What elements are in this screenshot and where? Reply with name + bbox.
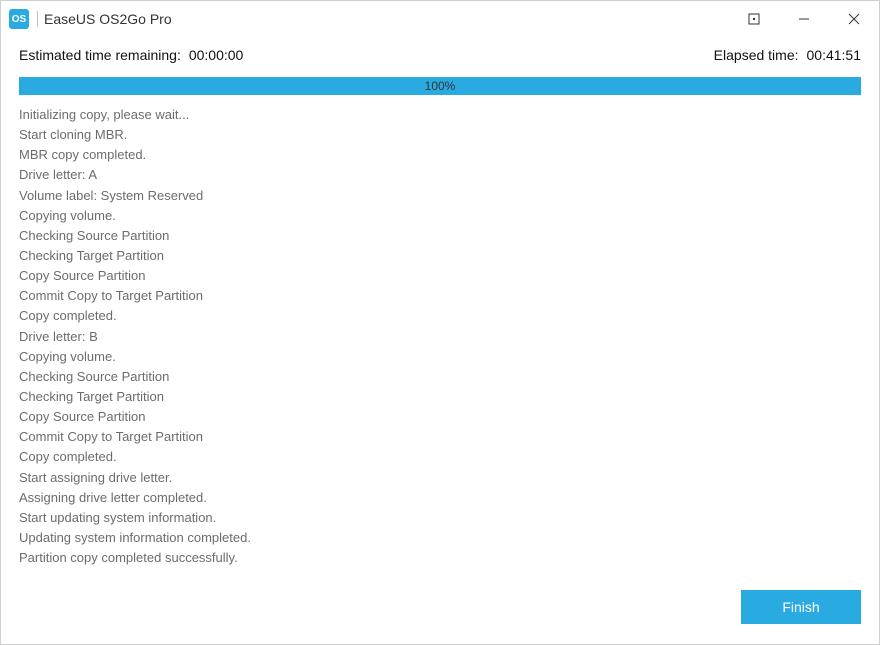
fullscreen-icon[interactable] bbox=[729, 1, 779, 37]
progress-wrap: 100% bbox=[1, 71, 879, 105]
log-line: Drive letter: A bbox=[19, 165, 857, 185]
log-line: MBR copy completed. bbox=[19, 145, 857, 165]
progress-bar: 100% bbox=[19, 77, 861, 95]
log-line: Commit Copy to Target Partition bbox=[19, 286, 857, 306]
finish-button[interactable]: Finish bbox=[741, 590, 861, 624]
log-line: Initializing copy, please wait... bbox=[19, 105, 857, 125]
log-panel: Initializing copy, please wait...Start c… bbox=[19, 105, 867, 584]
log-line: Checking Target Partition bbox=[19, 246, 857, 266]
progress-percent-label: 100% bbox=[19, 77, 861, 95]
log-line: Checking Target Partition bbox=[19, 387, 857, 407]
log-line: Commit Copy to Target Partition bbox=[19, 427, 857, 447]
elapsed-time-value: 00:41:51 bbox=[807, 47, 862, 63]
log-line: Checking Source Partition bbox=[19, 367, 857, 387]
log-line: Copying volume. bbox=[19, 347, 857, 367]
log-line: Copy Source Partition bbox=[19, 407, 857, 427]
app-logo-icon: OS bbox=[9, 9, 29, 29]
log-line: Start cloning MBR. bbox=[19, 125, 857, 145]
log-list[interactable]: Initializing copy, please wait...Start c… bbox=[19, 105, 867, 584]
minimize-button[interactable] bbox=[779, 1, 829, 37]
log-line: Partition copy completed successfully. bbox=[19, 548, 857, 568]
log-line: Copying volume. bbox=[19, 206, 857, 226]
log-line: Updating system information completed. bbox=[19, 528, 857, 548]
elapsed-time-label: Elapsed time: bbox=[714, 47, 799, 63]
log-line: Drive letter: B bbox=[19, 327, 857, 347]
log-line: Checking Source Partition bbox=[19, 226, 857, 246]
app-title: EaseUS OS2Go Pro bbox=[44, 11, 172, 27]
log-line: Copy completed. bbox=[19, 447, 857, 467]
estimated-time-value: 00:00:00 bbox=[189, 47, 244, 63]
log-line: Copy completed. bbox=[19, 306, 857, 326]
estimated-time-label: Estimated time remaining: bbox=[19, 47, 181, 63]
close-button[interactable] bbox=[829, 1, 879, 37]
log-line: Copy Source Partition bbox=[19, 266, 857, 286]
log-line: Assigning drive letter completed. bbox=[19, 488, 857, 508]
title-bar: OS EaseUS OS2Go Pro bbox=[1, 1, 879, 37]
timing-row: Estimated time remaining: 00:00:00 Elaps… bbox=[1, 37, 879, 71]
log-line: Start assigning drive letter. bbox=[19, 468, 857, 488]
title-divider bbox=[37, 11, 38, 27]
log-line: Volume label: System Reserved bbox=[19, 186, 857, 206]
footer: Finish bbox=[1, 584, 879, 644]
log-line: Start updating system information. bbox=[19, 508, 857, 528]
